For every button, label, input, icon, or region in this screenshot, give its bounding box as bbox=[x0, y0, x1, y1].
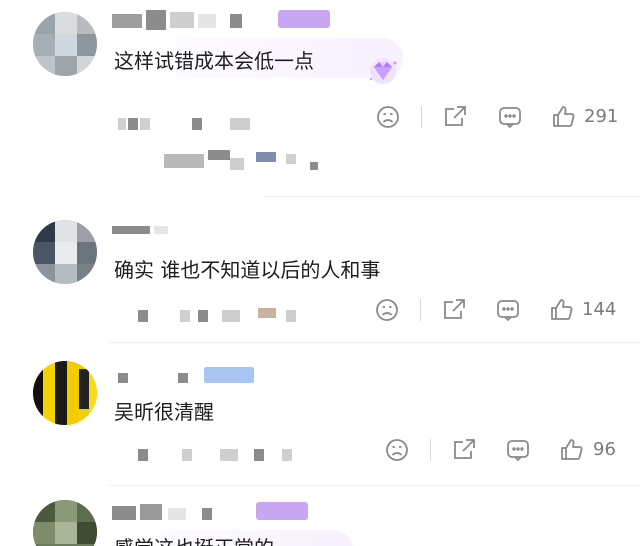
share-icon[interactable] bbox=[451, 437, 477, 463]
action-divider bbox=[421, 106, 422, 128]
avatar[interactable] bbox=[33, 12, 97, 76]
share-icon[interactable] bbox=[441, 297, 467, 323]
comment-text: 吴昕很清醒 bbox=[114, 400, 214, 424]
comment-item: 这样试错成本会低一点 291 bbox=[0, 0, 640, 200]
comment-icon[interactable] bbox=[495, 297, 521, 323]
thumbs-up-icon[interactable] bbox=[559, 437, 585, 463]
username[interactable] bbox=[112, 222, 192, 238]
thumbs-up-icon[interactable] bbox=[551, 104, 577, 130]
sad-face-icon[interactable] bbox=[375, 104, 401, 130]
avatar[interactable] bbox=[33, 500, 97, 546]
like-count: 291 bbox=[584, 106, 619, 127]
thumbs-up-icon[interactable] bbox=[549, 297, 575, 323]
comment-icon[interactable] bbox=[497, 104, 523, 130]
user-level-badge bbox=[256, 502, 308, 520]
user-level-badge bbox=[278, 10, 330, 28]
sad-face-icon[interactable] bbox=[374, 297, 400, 323]
comment-text: 感觉这也挺正常的 bbox=[114, 532, 274, 546]
comment-item: 确实 谁也不知道以后的人和事 144 bbox=[0, 200, 640, 343]
action-divider bbox=[430, 439, 431, 461]
username[interactable] bbox=[112, 367, 202, 387]
divider bbox=[264, 196, 640, 197]
divider bbox=[110, 485, 640, 486]
like-count: 96 bbox=[593, 439, 616, 460]
avatar[interactable] bbox=[33, 220, 97, 284]
comment-meta bbox=[136, 445, 306, 465]
username[interactable] bbox=[112, 8, 272, 30]
share-icon[interactable] bbox=[442, 104, 468, 130]
comment-text: 确实 谁也不知道以后的人和事 bbox=[114, 258, 381, 282]
comment-meta bbox=[112, 114, 262, 134]
action-divider bbox=[420, 299, 421, 321]
comment-item: 吴昕很清醒 96 bbox=[0, 345, 640, 486]
comment-text: 这样试错成本会低一点 bbox=[114, 49, 314, 73]
expand-replies[interactable] bbox=[160, 150, 320, 172]
comment-item: 感觉这也挺正常的 bbox=[0, 490, 640, 546]
gem-badge-icon bbox=[364, 56, 402, 86]
comment-meta bbox=[136, 306, 306, 326]
username[interactable] bbox=[112, 502, 252, 522]
sad-face-icon[interactable] bbox=[384, 437, 410, 463]
user-level-badge bbox=[204, 367, 254, 383]
divider bbox=[110, 342, 640, 343]
avatar[interactable] bbox=[33, 361, 97, 425]
comment-icon[interactable] bbox=[505, 437, 531, 463]
like-count: 144 bbox=[582, 299, 617, 320]
